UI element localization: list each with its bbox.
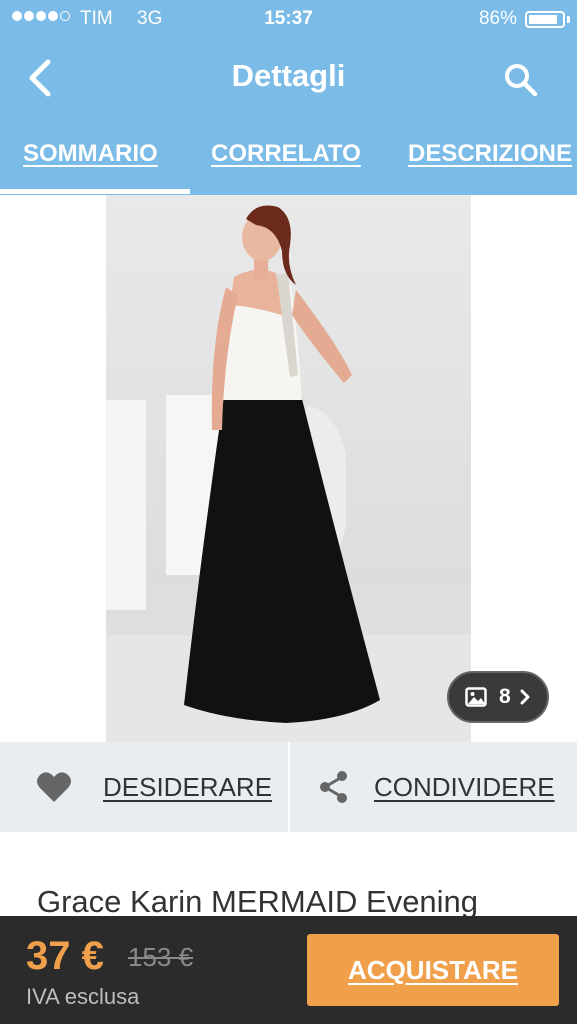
wishlist-button[interactable]: DESIDERARE <box>36 742 272 832</box>
tab-bar: SOMMARIO CORRELATO DESCRIZIONE <box>0 120 577 195</box>
battery-tip <box>567 16 570 23</box>
tax-note: IVA esclusa <box>26 984 140 1009</box>
status-bar: TIM 3G 15:37 86% <box>0 0 577 40</box>
tab-correlato[interactable]: CORRELATO <box>211 140 361 168</box>
product-detail-screen: TIM 3G 15:37 86% Dettagli SOMMARIO CORRE… <box>0 0 577 1024</box>
share-label: CONDIVIDERE <box>374 771 555 802</box>
action-row: DESIDERARE CONDIVIDERE <box>0 742 577 832</box>
purchase-bar: 37 € 153 € IVA esclusa ACQUISTARE <box>0 916 577 1024</box>
share-icon <box>320 771 347 803</box>
wishlist-label: DESIDERARE <box>103 771 273 802</box>
tab-descrizione[interactable]: DESCRIZIONE <box>408 140 572 168</box>
product-image[interactable] <box>106 195 471 742</box>
buy-button[interactable]: ACQUISTARE <box>307 934 559 1006</box>
current-price: 37 € <box>26 934 104 978</box>
search-button[interactable] <box>501 60 541 100</box>
product-title: Grace Karin MERMAID Evening <box>37 884 479 919</box>
page-title: Dettagli <box>231 58 346 93</box>
dress-photo <box>106 205 471 742</box>
original-price: 153 € <box>128 942 194 972</box>
action-divider <box>288 742 290 832</box>
photo-gallery-button[interactable]: 8 <box>447 671 549 723</box>
photo-count: 8 <box>499 685 511 708</box>
search-icon <box>505 64 538 97</box>
active-tab-indicator <box>0 189 190 194</box>
heart-icon <box>37 772 71 802</box>
battery-icon <box>525 11 565 28</box>
app-header: Dettagli <box>0 40 577 120</box>
image-icon <box>465 687 487 707</box>
tab-sommario[interactable]: SOMMARIO <box>23 140 158 168</box>
chevron-right-icon <box>520 689 530 705</box>
share-button[interactable]: CONDIVIDERE <box>318 742 555 832</box>
battery-percentage: 86% <box>478 8 517 29</box>
